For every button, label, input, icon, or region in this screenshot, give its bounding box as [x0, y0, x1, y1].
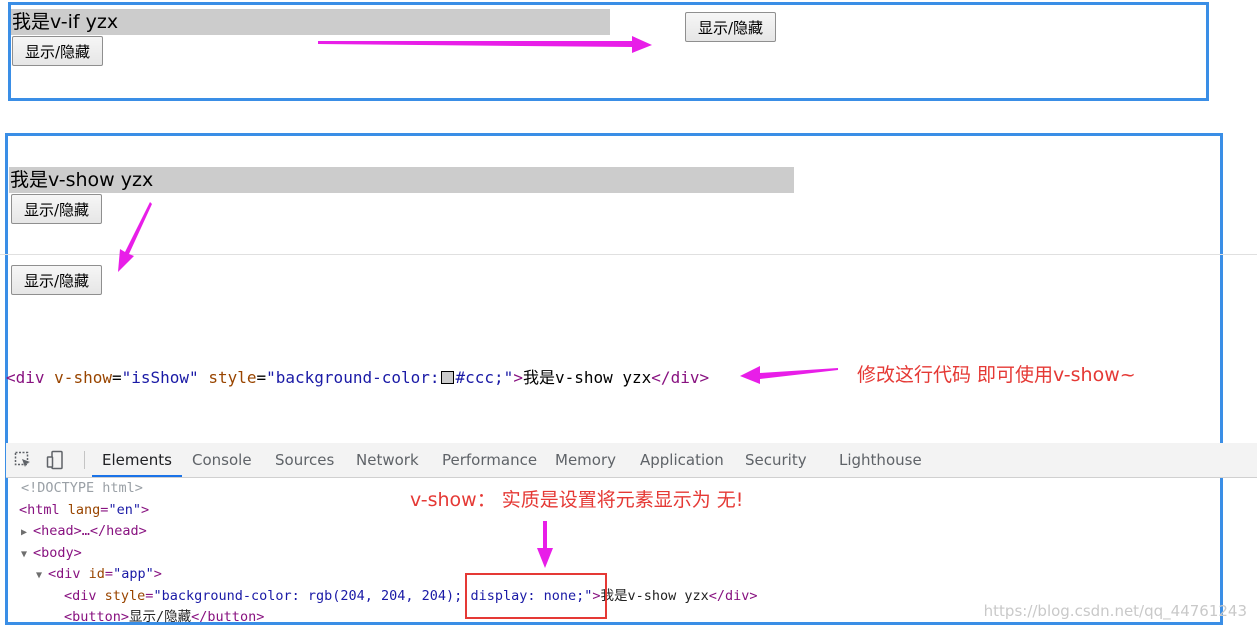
- vif-toggle-button-left[interactable]: 显示/隐藏: [12, 36, 103, 66]
- inspect-element-icon[interactable]: [14, 451, 32, 469]
- source-code-line: <div v-show="isShow" style="background-c…: [6, 364, 709, 388]
- vshow-note: v-show： 实质是设置将元素显示为 无!: [410, 489, 744, 511]
- code-close-tag: </div>: [651, 368, 710, 387]
- dom-body[interactable]: ▼ <body>: [6, 543, 1246, 565]
- collapse-triangle-icon[interactable]: ▼: [36, 565, 48, 587]
- vif-text: 我是v-if yzx: [11, 9, 610, 35]
- code-attr1-value: "isShow": [121, 368, 199, 387]
- code-eq1: =: [111, 368, 122, 387]
- dom-div-app[interactable]: ▼ <div id="app">: [6, 564, 1246, 586]
- toolbar-separator: [84, 451, 85, 469]
- tab-network[interactable]: Network: [356, 443, 419, 477]
- collapse-triangle-icon[interactable]: ▼: [21, 544, 33, 566]
- code-attr2-value-pre: "background-color:: [266, 368, 440, 387]
- tab-lighthouse[interactable]: Lighthouse: [839, 443, 922, 477]
- tab-application[interactable]: Application: [640, 443, 724, 477]
- device-toolbar-icon[interactable]: [46, 450, 66, 470]
- code-attr2-value-post: #ccc;": [455, 368, 514, 387]
- dom-head[interactable]: ▶ <head>…</head>: [6, 521, 1246, 543]
- code-open-tag: <div: [6, 368, 45, 387]
- expand-triangle-icon[interactable]: ▶: [21, 522, 33, 544]
- vshow-text: 我是v-show yzx: [9, 167, 794, 193]
- code-eq2: =: [256, 368, 267, 387]
- code-content: 我是v-show yzx: [522, 368, 652, 387]
- vif-toggle-button-right[interactable]: 显示/隐藏: [685, 12, 776, 42]
- tab-performance[interactable]: Performance: [442, 443, 537, 477]
- tab-security[interactable]: Security: [745, 443, 807, 477]
- tab-elements[interactable]: Elements: [92, 443, 182, 477]
- devtools-toolbar: Elements Console Sources Network Perform…: [6, 443, 1257, 478]
- display-none-highlight-box: [465, 573, 607, 619]
- modify-note: 修改这行代码 即可使用v-show~: [857, 364, 1136, 386]
- csdn-watermark: https://blog.csdn.net/qq_44761243: [983, 602, 1247, 620]
- vshow-toggle-button-top[interactable]: 显示/隐藏: [11, 194, 102, 224]
- code-close-open: >: [513, 368, 523, 387]
- divider-line: [0, 254, 1257, 255]
- tab-console[interactable]: Console: [192, 443, 252, 477]
- color-swatch-icon: [440, 371, 454, 384]
- tab-memory[interactable]: Memory: [555, 443, 616, 477]
- code-attr2-name: style: [208, 368, 257, 387]
- tab-sources[interactable]: Sources: [275, 443, 334, 477]
- vshow-toggle-button-bottom[interactable]: 显示/隐藏: [11, 265, 102, 295]
- code-attr1-name: v-show: [54, 368, 112, 387]
